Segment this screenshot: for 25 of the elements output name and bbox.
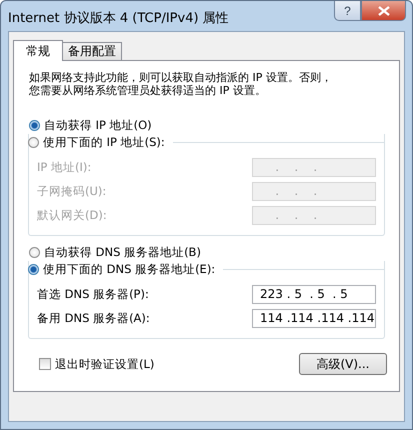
field-label: 子网掩码(U): xyxy=(37,184,106,198)
field-label: 首选 DNS 服务器(P): xyxy=(37,286,149,302)
radio-label: 使用下面的 IP 地址(S): xyxy=(43,135,165,150)
close-button[interactable] xyxy=(361,1,406,21)
radio-button[interactable] xyxy=(28,137,39,148)
checkbox[interactable] xyxy=(39,358,51,370)
radio-button[interactable] xyxy=(28,264,39,275)
description-text: 如果网络支持此功能，则可以获取自动指派的 IP 设置。否则， 您需要从网络系统管理员处获得适当的 IP 设置。 xyxy=(29,71,333,97)
advanced-button[interactable]: 高级(V)... xyxy=(299,353,387,375)
ip-address-field[interactable]: 114 .114 .114 .114 xyxy=(252,308,376,328)
radio-button[interactable] xyxy=(29,120,40,131)
radio-label: 自动获得 IP 地址(O) xyxy=(44,118,152,133)
window-title: Internet 协议版本 4 (TCP/IPv4) 属性 xyxy=(8,10,229,27)
tab[interactable]: 备用配置 xyxy=(62,42,122,60)
field-label: 备用 DNS 服务器(A): xyxy=(37,310,150,326)
tab[interactable]: 常规 xyxy=(13,40,63,61)
radio-button[interactable] xyxy=(29,247,40,258)
checkbox-label: 退出时验证设置(L) xyxy=(55,356,154,372)
close-icon xyxy=(378,6,390,16)
radio-label: 使用下面的 DNS 服务器地址(E): xyxy=(43,262,216,277)
radio-label: 自动获得 DNS 服务器地址(B) xyxy=(44,245,201,260)
ip-address-field[interactable]: 223 . 5 . 5 . 5 xyxy=(252,284,376,304)
field-label: 默认网关(D): xyxy=(37,208,107,222)
field-label: IP 地址(I): xyxy=(37,160,92,174)
help-button[interactable]: ? xyxy=(334,1,361,21)
